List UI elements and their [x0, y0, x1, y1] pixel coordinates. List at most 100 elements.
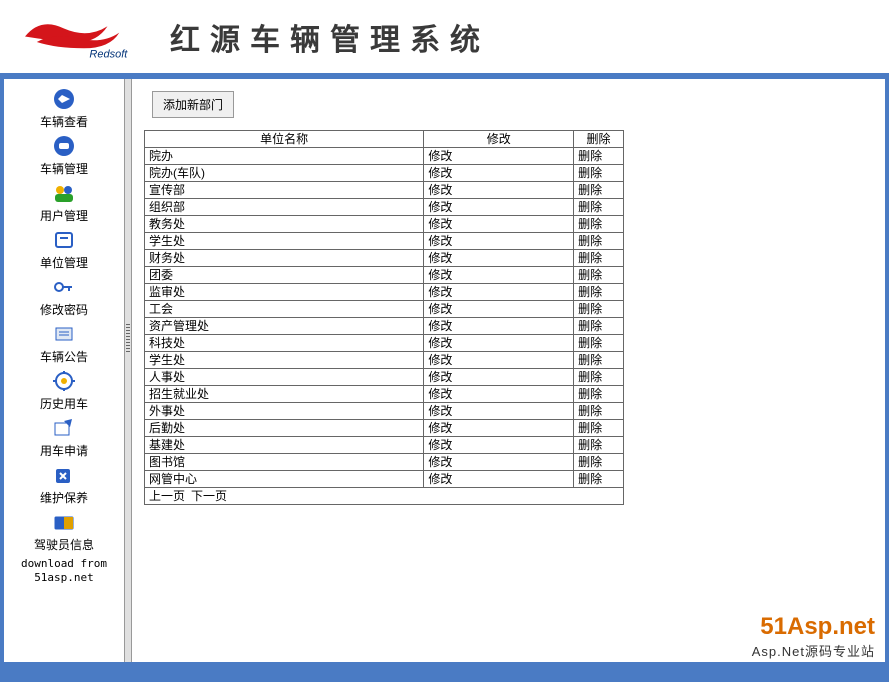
sidebar-item-8[interactable]: 维护保养 [4, 463, 124, 506]
delete-link[interactable]: 删除 [574, 454, 624, 471]
history-icon [48, 369, 80, 393]
bottom-bar [0, 662, 889, 682]
table-row: 科技处修改删除 [145, 335, 624, 352]
cell-name: 组织部 [145, 199, 424, 216]
car-view-icon [48, 87, 80, 111]
delete-link[interactable]: 删除 [574, 216, 624, 233]
table-row: 网管中心修改删除 [145, 471, 624, 488]
delete-link[interactable]: 删除 [574, 284, 624, 301]
sidebar-item-label: 车辆管理 [4, 160, 124, 177]
delete-link[interactable]: 删除 [574, 471, 624, 488]
delete-link[interactable]: 删除 [574, 335, 624, 352]
edit-link[interactable]: 修改 [424, 386, 574, 403]
delete-link[interactable]: 删除 [574, 437, 624, 454]
table-body: 院办修改删除院办(车队)修改删除宣传部修改删除组织部修改删除教务处修改删除学生处… [145, 148, 624, 505]
delete-link[interactable]: 删除 [574, 165, 624, 182]
sidebar-item-label: 修改密码 [4, 301, 124, 318]
table-row: 教务处修改删除 [145, 216, 624, 233]
edit-link[interactable]: 修改 [424, 165, 574, 182]
cell-name: 招生就业处 [145, 386, 424, 403]
sidebar-item-label: 用户管理 [4, 207, 124, 224]
apply-icon [48, 416, 80, 440]
edit-link[interactable]: 修改 [424, 233, 574, 250]
cell-name: 宣传部 [145, 182, 424, 199]
delete-link[interactable]: 删除 [574, 182, 624, 199]
edit-link[interactable]: 修改 [424, 301, 574, 318]
edit-link[interactable]: 修改 [424, 403, 574, 420]
svg-text:Redsoft: Redsoft [89, 49, 128, 61]
edit-link[interactable]: 修改 [424, 267, 574, 284]
brand-footer: 51Asp.net Asp.Net源码专业站 [752, 611, 875, 662]
edit-link[interactable]: 修改 [424, 250, 574, 267]
table-row: 后勤处修改删除 [145, 420, 624, 437]
logo: Redsoft [0, 9, 160, 64]
splitter[interactable] [124, 79, 132, 662]
delete-link[interactable]: 删除 [574, 386, 624, 403]
edit-link[interactable]: 修改 [424, 471, 574, 488]
sidebar-item-6[interactable]: 历史用车 [4, 369, 124, 412]
table-row: 资产管理处修改删除 [145, 318, 624, 335]
sidebar-item-label: 车辆公告 [4, 348, 124, 365]
edit-link[interactable]: 修改 [424, 454, 574, 471]
content: 添加新部门 单位名称 修改 删除 院办修改删除院办(车队)修改删除宣传部修改删除… [132, 79, 885, 662]
sidebar-item-3[interactable]: 单位管理 [4, 228, 124, 271]
driver-icon [48, 510, 80, 534]
edit-link[interactable]: 修改 [424, 420, 574, 437]
delete-link[interactable]: 删除 [574, 352, 624, 369]
cell-name: 图书馆 [145, 454, 424, 471]
col-header-del: 删除 [574, 131, 624, 148]
delete-link[interactable]: 删除 [574, 301, 624, 318]
brand-name: 51Asp.net [752, 613, 875, 641]
edit-link[interactable]: 修改 [424, 148, 574, 165]
cell-name: 学生处 [145, 352, 424, 369]
delete-link[interactable]: 删除 [574, 267, 624, 284]
cell-name: 团委 [145, 267, 424, 284]
next-page-link[interactable]: 下一页 [191, 489, 227, 503]
delete-link[interactable]: 删除 [574, 250, 624, 267]
table-row: 院办修改删除 [145, 148, 624, 165]
edit-link[interactable]: 修改 [424, 284, 574, 301]
edit-link[interactable]: 修改 [424, 182, 574, 199]
cell-name: 后勤处 [145, 420, 424, 437]
cell-name: 教务处 [145, 216, 424, 233]
table-row: 外事处修改删除 [145, 403, 624, 420]
sidebar-item-2[interactable]: 用户管理 [4, 181, 124, 224]
table-row: 团委修改删除 [145, 267, 624, 284]
cell-name: 学生处 [145, 233, 424, 250]
edit-link[interactable]: 修改 [424, 437, 574, 454]
sidebar-item-0[interactable]: 车辆查看 [4, 87, 124, 130]
sidebar: 车辆查看车辆管理用户管理单位管理修改密码车辆公告历史用车用车申请维护保养驾驶员信… [4, 79, 124, 662]
users-icon [48, 181, 80, 205]
table-row: 组织部修改删除 [145, 199, 624, 216]
delete-link[interactable]: 删除 [574, 420, 624, 437]
sidebar-item-label: 用车申请 [4, 442, 124, 459]
edit-link[interactable]: 修改 [424, 352, 574, 369]
sidebar-item-label: 车辆查看 [4, 113, 124, 130]
sidebar-item-7[interactable]: 用车申请 [4, 416, 124, 459]
cell-name: 科技处 [145, 335, 424, 352]
prev-page-link[interactable]: 上一页 [149, 489, 185, 503]
sidebar-item-9[interactable]: 驾驶员信息 [4, 510, 124, 553]
col-header-edit: 修改 [424, 131, 574, 148]
table-row: 院办(车队)修改删除 [145, 165, 624, 182]
delete-link[interactable]: 删除 [574, 318, 624, 335]
download-info: download from51asp.net [4, 557, 124, 586]
brand-sub: Asp.Net源码专业站 [752, 641, 875, 660]
delete-link[interactable]: 删除 [574, 403, 624, 420]
sidebar-item-1[interactable]: 车辆管理 [4, 134, 124, 177]
sidebar-item-4[interactable]: 修改密码 [4, 275, 124, 318]
add-department-button[interactable]: 添加新部门 [152, 91, 234, 118]
delete-link[interactable]: 删除 [574, 233, 624, 250]
pager-row: 上一页下一页 [145, 488, 624, 505]
delete-link[interactable]: 删除 [574, 199, 624, 216]
edit-link[interactable]: 修改 [424, 335, 574, 352]
delete-link[interactable]: 删除 [574, 148, 624, 165]
edit-link[interactable]: 修改 [424, 369, 574, 386]
page-title: 红源车辆管理系统 [170, 15, 490, 59]
edit-link[interactable]: 修改 [424, 216, 574, 233]
sidebar-item-5[interactable]: 车辆公告 [4, 322, 124, 365]
edit-link[interactable]: 修改 [424, 318, 574, 335]
table-row: 招生就业处修改删除 [145, 386, 624, 403]
delete-link[interactable]: 删除 [574, 369, 624, 386]
edit-link[interactable]: 修改 [424, 199, 574, 216]
